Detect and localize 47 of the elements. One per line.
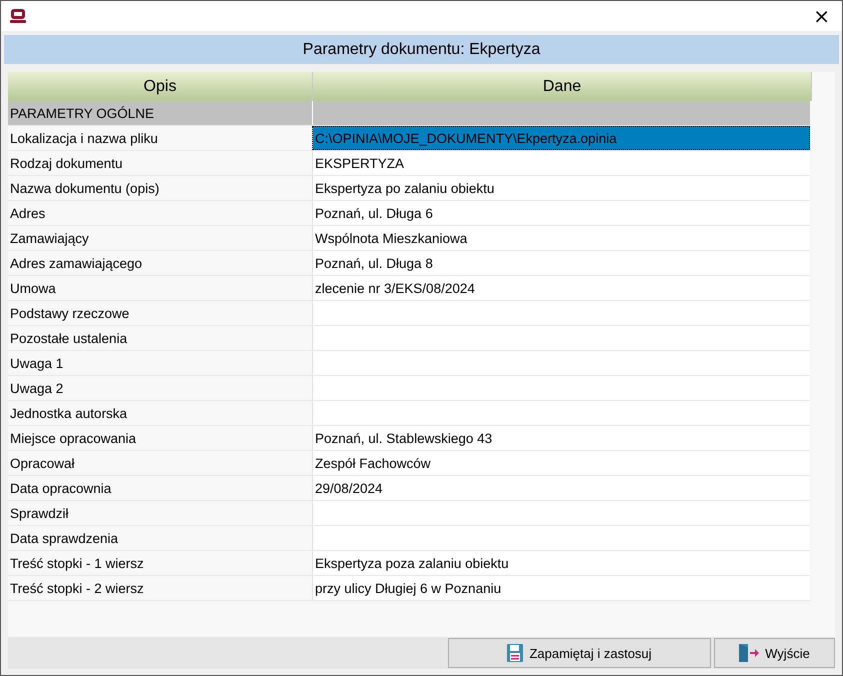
table-cell[interactable]: Wspólnota Mieszkaniowa: [312, 226, 810, 250]
table-cell-text: Treść stopki - 2 wiersz: [9, 580, 145, 598]
table-cell-text: Treść stopki - 1 wiersz: [9, 554, 145, 573]
table-cell[interactable]: EKSPERTYZA: [312, 151, 810, 175]
column-header: Opis: [8, 72, 313, 101]
table-cell-text: Umowa: [9, 280, 57, 298]
table-cell[interactable]: [312, 351, 810, 375]
table-cell[interactable]: 29/08/2024: [312, 476, 810, 500]
app-icon: [10, 9, 26, 23]
column-header: Dane: [313, 72, 812, 101]
table-cell[interactable]: Ekspertyza poza zalaniu obiektu: [312, 551, 810, 575]
table-cell-text: Podstawy rzeczowe: [9, 304, 130, 323]
exit-door-icon: [739, 644, 760, 662]
table-cell-text: Sprawdził: [9, 504, 70, 523]
save-button[interactable]: Zapamiętaj i zastosuj: [448, 638, 711, 668]
table-cell[interactable]: Zespół Fachowców: [312, 451, 810, 475]
table-cell-text: Adres zamawiającego: [9, 254, 144, 273]
table-cell[interactable]: Poznań, ul. Długa 6: [312, 201, 810, 225]
table-cell[interactable]: [312, 401, 810, 425]
table-cell[interactable]: [312, 326, 810, 350]
table-cell[interactable]: [312, 501, 810, 525]
table-cell[interactable]: Poznań, ul. Długa 8: [312, 251, 810, 275]
table-cell[interactable]: [312, 376, 810, 400]
table-cell-text: Data opracownia: [9, 480, 112, 498]
table-cell[interactable]: Poznań, ul. Stablewskiego 43: [312, 426, 810, 450]
table-cell-text: Adres: [9, 204, 46, 222]
table-cell[interactable]: [312, 301, 810, 325]
close-button[interactable]: ×: [807, 4, 836, 28]
section-label: PARAMETRY OGÓLNE: [8, 101, 312, 125]
table-cell[interactable]: zlecenie nr 3/EKS/08/2024: [312, 276, 810, 300]
table-cell-text: Jednostka autorska: [9, 404, 128, 422]
table-cell[interactable]: C:\OPINIA\MOJE_DOKUMENTY\Ekpertyza.opinia: [312, 126, 810, 150]
table-cell-text: Rodzaj dokumentu: [9, 154, 124, 173]
table-cell[interactable]: Ekspertyza po zalaniu obiektu: [312, 176, 810, 200]
table-cell-text: Zamawiający: [9, 230, 90, 248]
table-cell-text: Pozostałe ustalenia: [9, 330, 128, 348]
dialog-heading: Parametry dokumentu: Ekpertyza: [4, 35, 839, 64]
table-cell-text: Data sprawdzenia: [9, 530, 120, 548]
table-cell-text: Opracował: [9, 454, 76, 473]
table-cell-text: Miejsce opracowania: [9, 430, 138, 448]
table-cell-text: Uwaga 1: [9, 354, 64, 373]
table-cell-text: Uwaga 2: [9, 380, 64, 398]
table-cell-text: Lokalizacja i nazwa pliku: [9, 130, 159, 148]
table-cell[interactable]: przy ulicy Długiej 6 w Poznaniu: [312, 576, 810, 600]
table-cell[interactable]: [312, 526, 810, 550]
exit-button[interactable]: Wyjście: [714, 638, 835, 668]
table-cell-text: Nazwa dokumentu (opis): [9, 180, 160, 198]
